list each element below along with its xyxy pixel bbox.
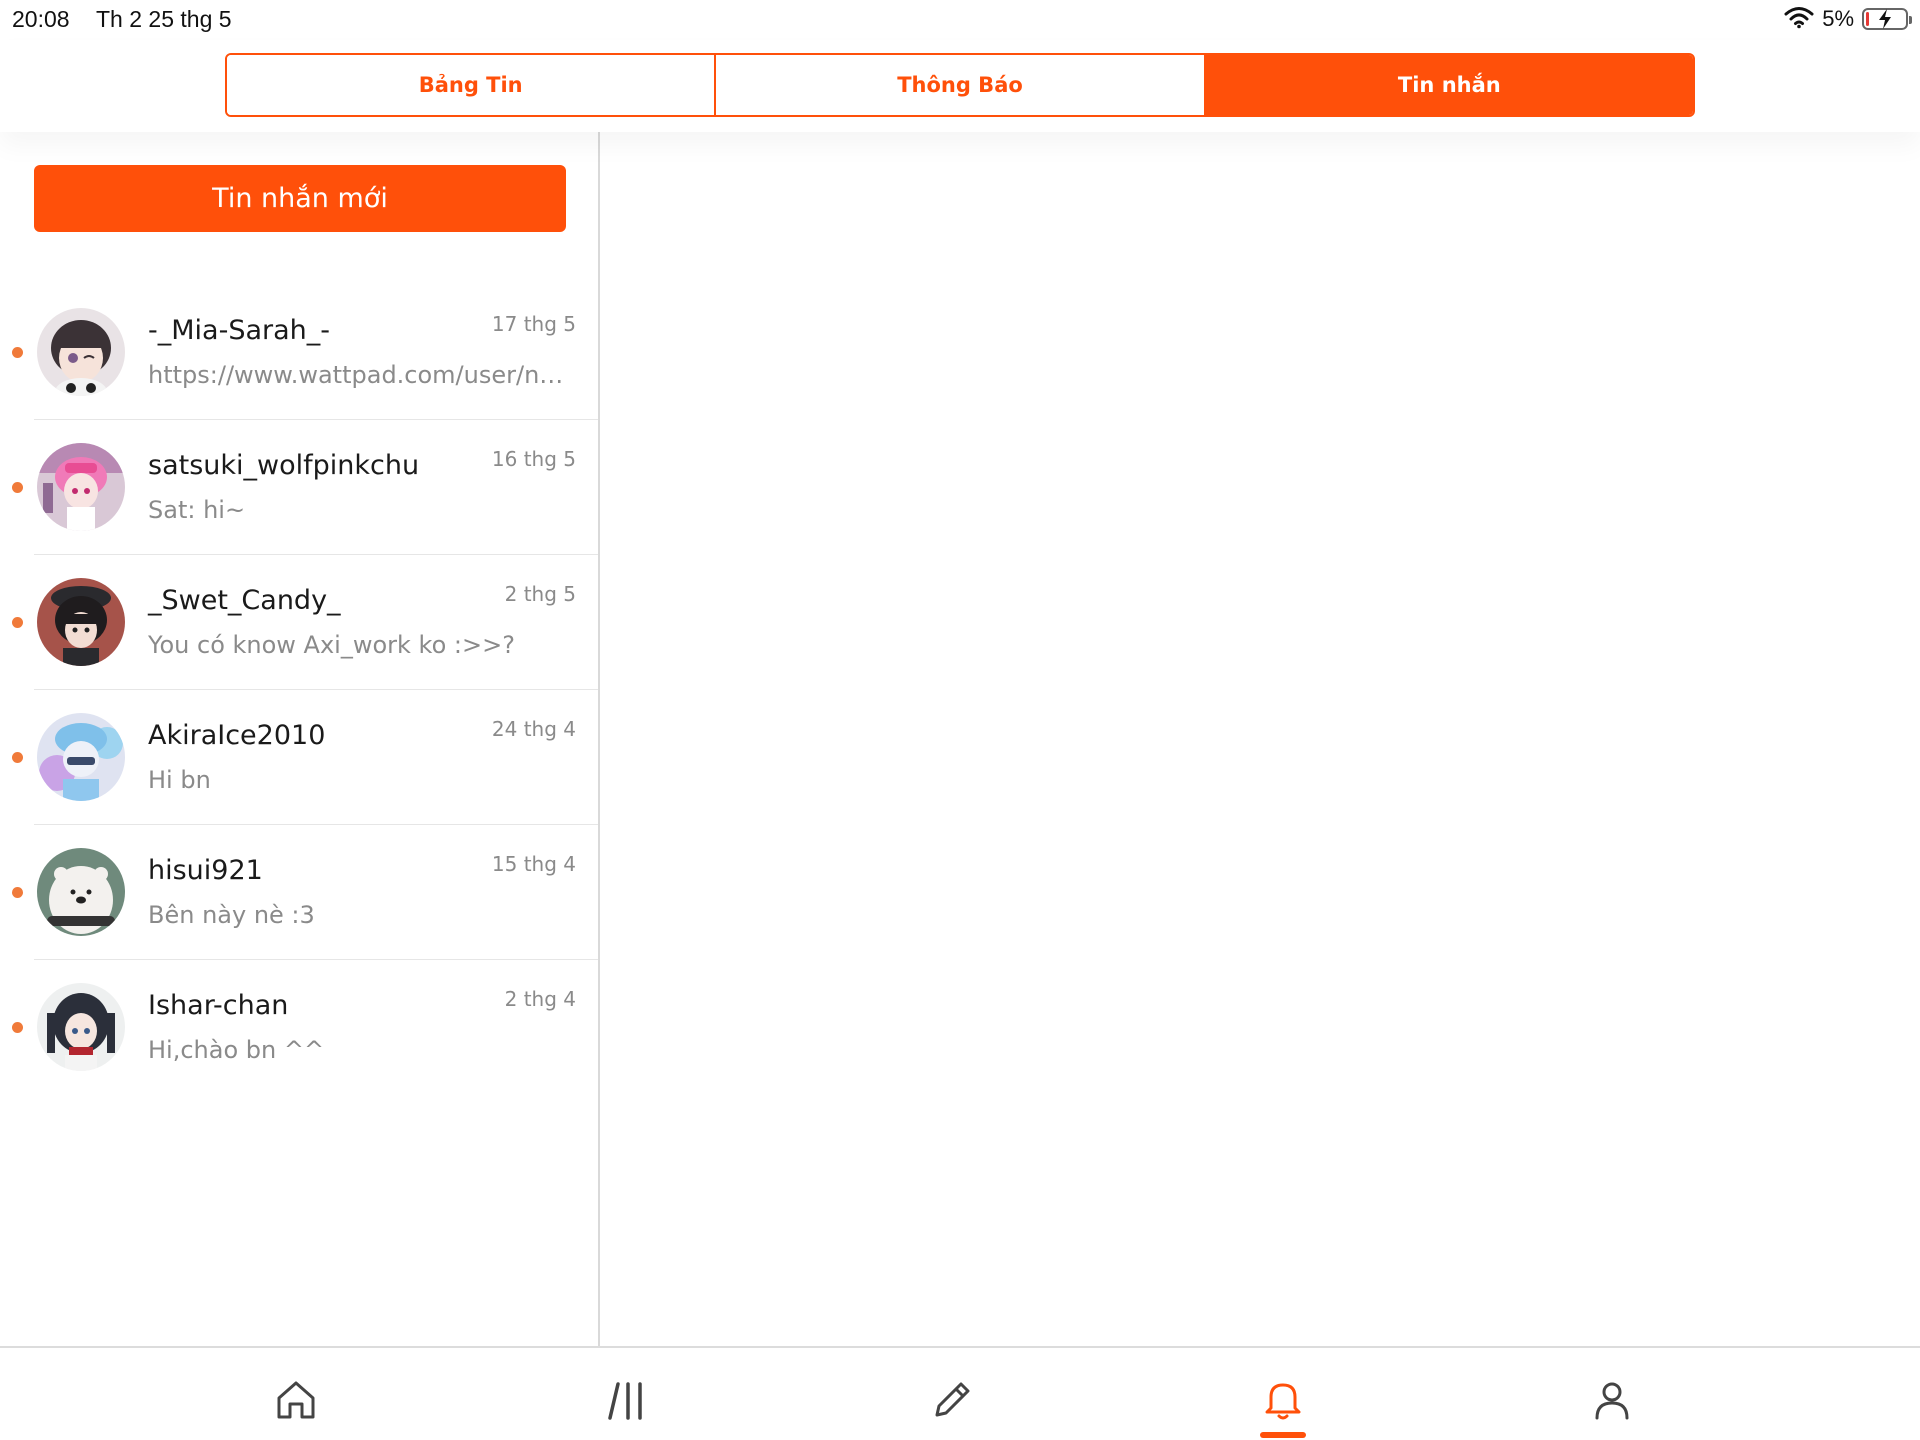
home-icon xyxy=(277,1381,315,1419)
conversation-date: 2 thg 4 xyxy=(504,987,576,1011)
message-detail-pane xyxy=(602,132,1920,1346)
conversation-name: -_Mia-Sarah_- xyxy=(148,315,331,346)
conversation-preview: Bên này nè :3 xyxy=(148,901,315,929)
avatar xyxy=(37,443,125,531)
avatar xyxy=(37,983,125,1071)
conversation-date: 2 thg 5 xyxy=(504,582,576,606)
unread-indicator xyxy=(12,617,23,628)
conversation-item[interactable]: _Swet_Candy_ 2 thg 5 You có know Axi_wor… xyxy=(0,555,598,690)
conversation-date: 16 thg 5 xyxy=(491,447,576,471)
avatar xyxy=(37,578,125,666)
conversation-preview: https://www.wattpad.com/user/nhockpeanut xyxy=(148,361,578,389)
conversation-name: hisui921 xyxy=(148,855,263,886)
status-time: 20:08 xyxy=(12,6,70,32)
conversation-item[interactable]: -_Mia-Sarah_- 17 thg 5 https://www.wattp… xyxy=(0,285,598,420)
battery-level xyxy=(1866,12,1869,26)
unread-indicator xyxy=(12,482,23,493)
tab-notifications[interactable]: Thông Báo xyxy=(714,55,1204,115)
status-indicators: 5% xyxy=(1784,4,1912,34)
nav-profile[interactable] xyxy=(1584,1372,1640,1428)
conversation-item[interactable]: satsuki_wolfpinkchu 16 thg 5 Sat: hi~ xyxy=(0,420,598,555)
unread-indicator xyxy=(12,347,23,358)
conversations-panel: Tin nhắn mới -_Mia-Sarah_- 17 thg 5 http… xyxy=(0,132,600,1346)
status-bar: 20:08 Th 2 25 thg 5 5% xyxy=(0,0,1920,40)
pencil-icon xyxy=(935,1382,970,1417)
conversation-name: Ishar-chan xyxy=(148,990,289,1021)
status-date: Th 2 25 thg 5 xyxy=(96,6,232,32)
active-tab-indicator xyxy=(1260,1432,1306,1438)
conversation-item[interactable]: AkiraIce2010 24 thg 4 Hi bn xyxy=(0,690,598,825)
conversation-name: satsuki_wolfpinkchu xyxy=(148,450,420,481)
conversation-preview: Sat: hi~ xyxy=(148,496,246,524)
avatar xyxy=(37,713,125,801)
library-icon xyxy=(608,1382,642,1420)
nav-home[interactable] xyxy=(268,1372,324,1428)
nav-write[interactable] xyxy=(924,1372,980,1428)
conversation-preview: Hi bn xyxy=(148,766,211,794)
conversation-name: AkiraIce2010 xyxy=(148,720,326,751)
nav-notifications[interactable] xyxy=(1255,1372,1311,1428)
tab-label: Tin nhắn xyxy=(1397,73,1501,97)
nav-library[interactable] xyxy=(598,1372,654,1428)
wifi-icon xyxy=(1784,5,1814,33)
conversation-name: _Swet_Candy_ xyxy=(148,585,341,616)
charging-bolt-icon xyxy=(1879,9,1891,29)
conversation-preview: You có know Axi_work ko :>>? xyxy=(148,631,515,659)
avatar xyxy=(37,308,125,396)
profile-icon xyxy=(1595,1382,1629,1420)
battery-percent: 5% xyxy=(1822,6,1854,31)
avatar xyxy=(37,848,125,936)
conversation-item[interactable]: hisui921 15 thg 4 Bên này nè :3 xyxy=(0,825,598,960)
tab-bar: Bảng Tin Thông Báo Tin nhắn xyxy=(225,53,1695,117)
bottom-nav xyxy=(0,1346,1920,1440)
tab-label: Thông Báo xyxy=(897,73,1023,97)
unread-indicator xyxy=(12,1022,23,1033)
new-message-button[interactable]: Tin nhắn mới xyxy=(34,165,566,232)
conversation-item[interactable]: Ishar-chan 2 thg 4 Hi,chào bn ^^ xyxy=(0,960,598,1095)
header: Bảng Tin Thông Báo Tin nhắn xyxy=(0,40,1920,132)
unread-indicator xyxy=(12,752,23,763)
bell-icon xyxy=(1265,1383,1301,1420)
conversation-preview: Hi,chào bn ^^ xyxy=(148,1036,325,1064)
tab-label: Bảng Tin xyxy=(418,73,523,97)
conversation-date: 24 thg 4 xyxy=(491,717,576,741)
battery-icon xyxy=(1862,8,1912,30)
unread-indicator xyxy=(12,887,23,898)
conversation-date: 15 thg 4 xyxy=(491,852,576,876)
tab-messages[interactable]: Tin nhắn xyxy=(1203,55,1693,115)
tab-news-feed[interactable]: Bảng Tin xyxy=(227,55,715,115)
conversation-date: 17 thg 5 xyxy=(491,312,576,336)
conversation-list: -_Mia-Sarah_- 17 thg 5 https://www.wattp… xyxy=(0,285,598,1095)
